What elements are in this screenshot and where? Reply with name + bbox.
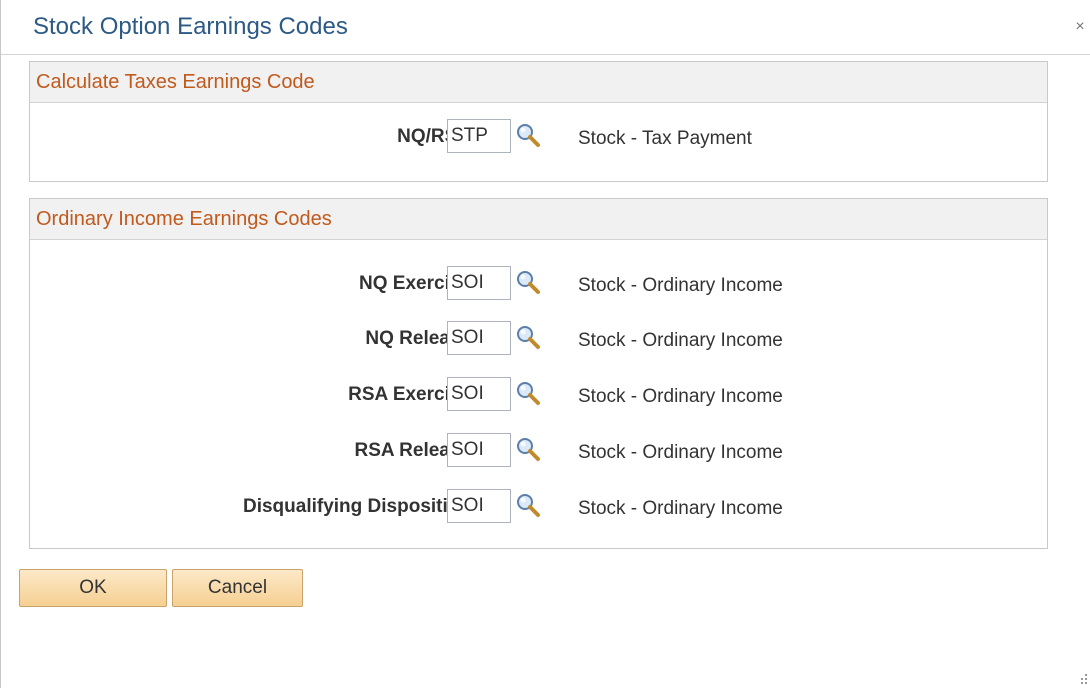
group-header: Ordinary Income Earnings Codes: [30, 199, 1047, 240]
cancel-button[interactable]: Cancel: [172, 569, 303, 607]
earnings-code-row-rsa-exercise: RSA Exercise Stock - Ordinary Income: [30, 375, 1047, 413]
dialog-left-border: [0, 0, 1, 688]
earnings-code-row-nq-exercise: NQ Exercise Stock - Ordinary Income: [30, 264, 1047, 302]
group-title: Calculate Taxes Earnings Code: [36, 71, 315, 93]
earnings-code-row-rsa-release: RSA Release Stock - Ordinary Income: [30, 431, 1047, 469]
magnifier-icon[interactable]: [514, 491, 542, 519]
magnifier-icon[interactable]: [514, 435, 542, 463]
dialog-title: Stock Option Earnings Codes: [33, 13, 348, 40]
calculate-taxes-group: Calculate Taxes Earnings Code NQ/RSA Sto…: [29, 61, 1048, 182]
earnings-code-input[interactable]: [447, 433, 511, 467]
group-title: Ordinary Income Earnings Codes: [36, 208, 332, 230]
earnings-code-input[interactable]: [447, 119, 511, 153]
code-description: Stock - Ordinary Income: [578, 275, 783, 296]
earnings-code-input[interactable]: [447, 266, 511, 300]
resize-grip-icon[interactable]: [1078, 672, 1088, 686]
magnifier-icon[interactable]: [514, 268, 542, 296]
earnings-code-row-disqualifying-disposition: Disqualifying Disposition Stock - Ordina…: [30, 487, 1047, 525]
earnings-code-input[interactable]: [447, 321, 511, 355]
field-label: Disqualifying Disposition: [242, 496, 471, 517]
code-description: Stock - Ordinary Income: [578, 330, 783, 351]
close-icon[interactable]: ×: [1071, 16, 1089, 38]
earnings-code-input[interactable]: [447, 489, 511, 523]
dialog-title-bar: Stock Option Earnings Codes ×: [1, 0, 1090, 55]
ordinary-income-group: Ordinary Income Earnings Codes NQ Exerci…: [29, 198, 1048, 549]
code-description: Stock - Ordinary Income: [578, 442, 783, 463]
ok-button[interactable]: OK: [19, 569, 167, 607]
earnings-code-row-nq-rsa: NQ/RSA Stock - Tax Payment: [30, 117, 1047, 155]
code-description: Stock - Ordinary Income: [578, 386, 783, 407]
magnifier-icon[interactable]: [514, 379, 542, 407]
earnings-code-input[interactable]: [447, 377, 511, 411]
group-header: Calculate Taxes Earnings Code: [30, 62, 1047, 103]
earnings-code-row-nq-release: NQ Release Stock - Ordinary Income: [30, 319, 1047, 357]
magnifier-icon[interactable]: [514, 323, 542, 351]
code-description: Stock - Ordinary Income: [578, 498, 783, 519]
magnifier-icon[interactable]: [514, 121, 542, 149]
code-description: Stock - Tax Payment: [578, 128, 752, 149]
